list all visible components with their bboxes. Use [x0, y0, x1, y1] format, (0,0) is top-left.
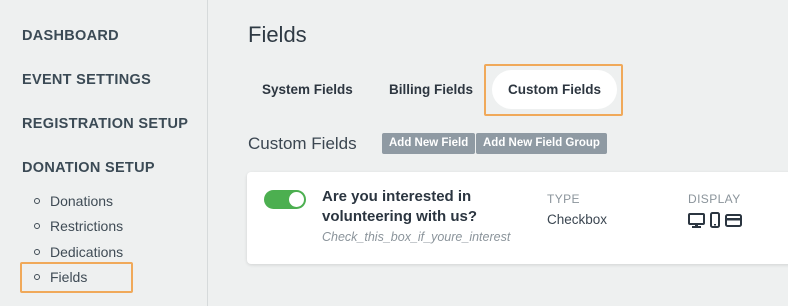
- bullet-icon: [34, 223, 40, 230]
- field-enabled-toggle[interactable]: [264, 190, 306, 209]
- sidebar-subitem-label: Dedications: [50, 244, 124, 260]
- field-question: Are you interested in volunteering with …: [322, 188, 478, 225]
- sidebar-subitem-restrictions[interactable]: Restrictions: [34, 218, 174, 234]
- sidebar-item-dashboard[interactable]: DASHBOARD: [22, 28, 119, 44]
- type-column-label: TYPE: [547, 192, 580, 206]
- page-title: Fields: [248, 22, 307, 47]
- sidebar-item-event-settings[interactable]: EVENT SETTINGS: [22, 72, 151, 88]
- custom-field-card[interactable]: Are you interested in volunteering with …: [247, 172, 788, 264]
- tab-billing-fields[interactable]: Billing Fields: [389, 70, 473, 109]
- bullet-icon: [34, 198, 40, 205]
- tab-system-fields[interactable]: System Fields: [262, 70, 353, 109]
- custom-fields-tab-highlight-box: [484, 64, 623, 116]
- type-value: Checkbox: [547, 212, 608, 227]
- sidebar: DASHBOARD EVENT SETTINGS REGISTRATION SE…: [0, 0, 208, 306]
- card-icon: [725, 213, 742, 227]
- sidebar-subitem-label: Donations: [50, 193, 114, 209]
- sidebar-subitem-label: Restrictions: [50, 218, 124, 234]
- bullet-icon: [34, 249, 40, 256]
- add-new-field-button[interactable]: Add New Field: [382, 133, 476, 154]
- section-title: Custom Fields: [248, 134, 357, 153]
- fields-highlight-box: [20, 262, 133, 293]
- display-icons: [688, 212, 742, 228]
- mobile-icon: [710, 212, 720, 228]
- add-new-field-group-button[interactable]: Add New Field Group: [476, 133, 607, 154]
- display-column-label: DISPLAY: [688, 192, 741, 206]
- sidebar-subitem-dedications[interactable]: Dedications: [34, 244, 174, 260]
- desktop-icon: [688, 212, 705, 228]
- sidebar-item-donation-setup[interactable]: DONATION SETUP: [22, 160, 155, 176]
- sidebar-item-registration-setup[interactable]: REGISTRATION SETUP: [22, 116, 188, 132]
- sidebar-subitem-donations[interactable]: Donations: [34, 193, 174, 209]
- toggle-knob: [289, 192, 304, 207]
- field-key: Check_this_box_if_youre_interest: [322, 230, 511, 244]
